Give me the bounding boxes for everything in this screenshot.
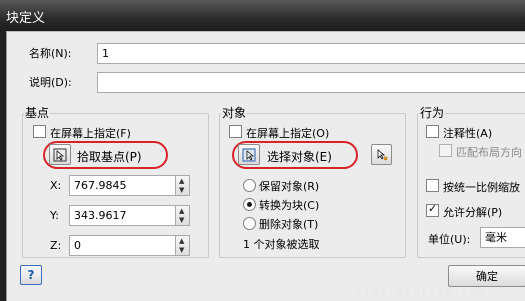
- y-label: Y:: [50, 209, 59, 222]
- match-orientation-label: 匹配布局方向: [456, 146, 522, 159]
- allow-exploding-label: 允许分解(P): [443, 206, 503, 219]
- x-label: X:: [50, 179, 62, 192]
- annotative-label: 注释性(A): [443, 127, 493, 140]
- title-bar: 块定义: [0, 0, 525, 31]
- delete-radio[interactable]: [243, 217, 256, 230]
- pick-point-icon: [53, 148, 67, 161]
- ok-button[interactable]: 确定: [448, 265, 525, 287]
- behavior-group-title: 行为: [419, 104, 446, 121]
- window-title: 块定义: [6, 11, 46, 26]
- x-field[interactable]: 767.9845: [69, 175, 176, 196]
- select-objects-icon: [242, 148, 256, 161]
- retain-label: 保留对象(R): [259, 180, 320, 193]
- y-spinner[interactable]: ▲ ▼: [175, 205, 190, 226]
- units-select[interactable]: 毫米: [480, 227, 525, 248]
- retain-radio[interactable]: [243, 179, 256, 192]
- units-label: 单位(U):: [428, 233, 471, 246]
- basepoint-group-title: 基点: [24, 104, 51, 121]
- basepoint-onscreen-label: 在屏幕上指定(F): [50, 127, 131, 140]
- name-label: 名称(N):: [29, 47, 72, 60]
- annotative-checkbox[interactable]: [426, 125, 439, 138]
- description-label: 说明(D):: [29, 76, 72, 89]
- z-label: Z:: [50, 239, 62, 252]
- ok-label: 确定: [476, 270, 498, 283]
- watermark: tigerenglish.com: [355, 285, 487, 299]
- z-field[interactable]: 0: [69, 235, 176, 256]
- match-orientation-checkbox[interactable]: [439, 144, 452, 157]
- y-field[interactable]: 343.9617: [69, 205, 176, 226]
- quick-select-button[interactable]: [371, 144, 392, 165]
- scale-uniformly-checkbox[interactable]: [426, 179, 439, 192]
- description-field[interactable]: [97, 72, 525, 93]
- scale-uniformly-label: 按统一比例缩放: [443, 181, 520, 194]
- objects-onscreen-checkbox[interactable]: [229, 125, 242, 138]
- block-definition-dialog: 名称(N): 1 说明(D): 基点 在屏幕上指定(F) 拾取基点(P) X: …: [6, 31, 525, 301]
- help-icon: ?: [27, 268, 35, 282]
- allow-exploding-checkbox[interactable]: [426, 202, 439, 217]
- selection-status: 1 个对象被选取: [243, 238, 320, 251]
- help-button[interactable]: ?: [20, 265, 42, 285]
- pick-basepoint-icon-button[interactable]: [49, 144, 71, 165]
- delete-label: 删除对象(T): [259, 218, 319, 231]
- x-spinner[interactable]: ▲ ▼: [175, 175, 190, 196]
- objects-group-title: 对象: [221, 104, 248, 121]
- select-objects-icon-button[interactable]: [238, 144, 260, 165]
- name-field[interactable]: 1: [97, 43, 525, 64]
- objects-onscreen-label: 在屏幕上指定(O): [246, 127, 330, 140]
- quick-select-icon: [377, 148, 388, 160]
- convert-radio[interactable]: [243, 198, 256, 211]
- z-spinner[interactable]: ▲ ▼: [175, 235, 190, 256]
- basepoint-onscreen-checkbox[interactable]: [33, 125, 46, 138]
- select-objects-label[interactable]: 选择对象(E): [267, 148, 332, 165]
- pick-basepoint-label[interactable]: 拾取基点(P): [77, 148, 142, 165]
- convert-label: 转换为块(C): [259, 199, 320, 212]
